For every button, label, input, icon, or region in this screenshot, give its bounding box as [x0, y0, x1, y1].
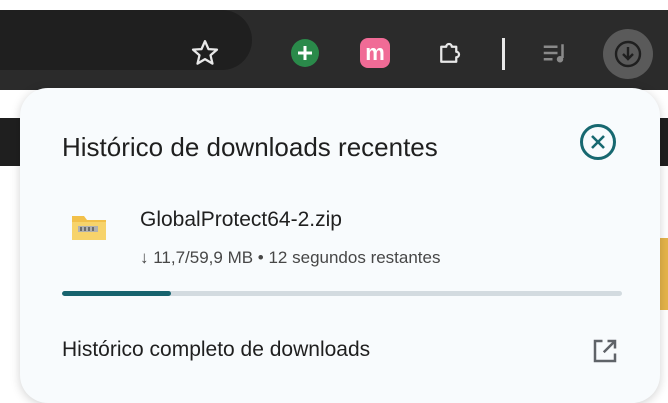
download-progress-bar: [62, 291, 622, 296]
download-icon: [614, 40, 642, 68]
close-icon: [591, 135, 605, 149]
page-gold-element: [660, 238, 668, 310]
popup-title: Histórico de downloads recentes: [62, 132, 438, 162]
m-extension-button[interactable]: m: [360, 38, 390, 68]
page-dark-band-left: [0, 118, 22, 166]
download-filename[interactable]: GlobalProtect64-2.zip: [140, 208, 342, 232]
open-in-new-icon[interactable]: [590, 336, 620, 366]
bookmark-star-icon[interactable]: [190, 38, 220, 68]
plus-icon: [291, 39, 319, 67]
download-status: ↓ 11,7/59,9 MB • 12 segundos restantes: [140, 248, 441, 267]
plus-extension-button[interactable]: [290, 38, 320, 68]
page-top-strip: [0, 0, 668, 10]
extensions-puzzle-icon[interactable]: [435, 38, 465, 68]
toolbar-divider: [502, 38, 505, 70]
download-progress-fill: [62, 291, 172, 296]
full-history-link[interactable]: Histórico completo de downloads: [62, 338, 370, 362]
downloads-popup: Histórico de downloads recentes GlobalPr…: [20, 88, 660, 403]
downloads-button[interactable]: [603, 29, 653, 79]
m-extension-icon: m: [360, 38, 390, 68]
media-controls-icon[interactable]: [540, 38, 570, 68]
close-button[interactable]: [580, 124, 616, 160]
zip-folder-icon: [72, 216, 106, 240]
